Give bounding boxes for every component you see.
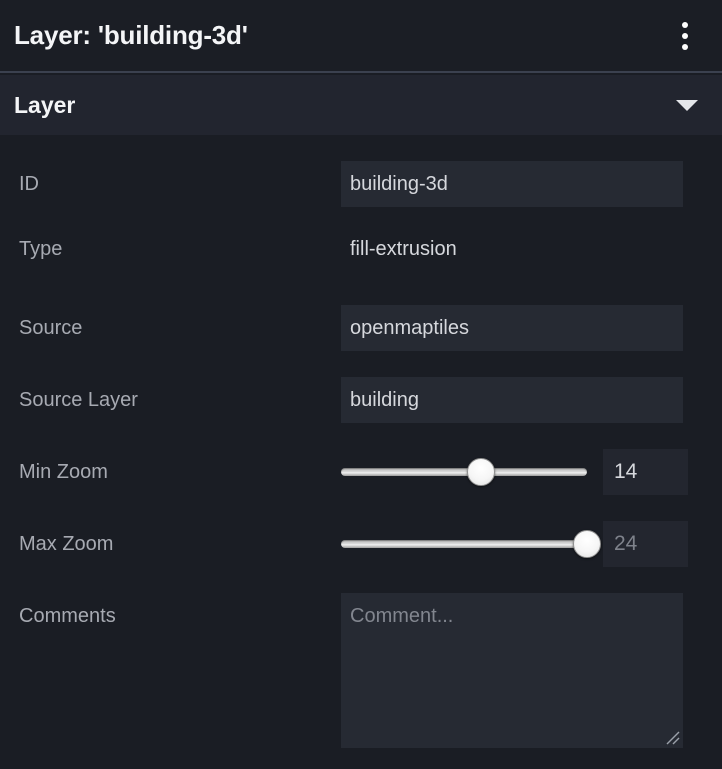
form-row-id: ID building-3d bbox=[0, 161, 722, 207]
layer-form: ID building-3d Type fill-extrusion Sourc… bbox=[0, 135, 722, 769]
max-zoom-number-input[interactable]: 24 bbox=[603, 521, 688, 567]
accordion-header-layer[interactable]: Layer bbox=[0, 75, 722, 135]
control-min-zoom: 14 bbox=[341, 449, 722, 495]
kebab-dot-3 bbox=[682, 43, 688, 50]
form-row-source: Source openmaptiles bbox=[0, 305, 722, 351]
label-type: Type bbox=[19, 238, 63, 260]
comments-placeholder: Comment... bbox=[350, 605, 454, 627]
type-value: fill-extrusion bbox=[350, 238, 457, 260]
min-zoom-slider-thumb[interactable] bbox=[467, 458, 496, 486]
id-input[interactable]: building-3d bbox=[341, 161, 683, 207]
page-title: Layer: 'building-3d' bbox=[14, 20, 248, 50]
form-row-comments: Comments Comment... bbox=[0, 593, 722, 748]
max-zoom-slider[interactable] bbox=[341, 521, 601, 567]
form-row-type: Type fill-extrusion bbox=[0, 233, 722, 259]
min-zoom-slider[interactable] bbox=[341, 449, 587, 495]
panel-titlebar: Layer: 'building-3d' bbox=[0, 0, 722, 73]
label-source: Source bbox=[19, 317, 83, 339]
control-id: building-3d bbox=[341, 161, 722, 207]
comments-textarea[interactable]: Comment... bbox=[341, 593, 683, 748]
max-zoom-slider-thumb[interactable] bbox=[573, 530, 601, 558]
control-max-zoom: 24 bbox=[341, 521, 722, 567]
kebab-dot-1 bbox=[682, 21, 688, 28]
layer-properties-panel: Layer: 'building-3d' Layer ID building-3… bbox=[0, 0, 722, 769]
control-source-layer: building bbox=[341, 377, 722, 423]
source-input[interactable]: openmaptiles bbox=[341, 305, 683, 351]
control-comments: Comment... bbox=[341, 593, 722, 748]
label-min-zoom: Min Zoom bbox=[19, 461, 108, 483]
label-comments: Comments bbox=[19, 605, 116, 627]
control-source: openmaptiles bbox=[341, 305, 722, 351]
label-id: ID bbox=[19, 173, 39, 195]
form-row-source-layer: Source Layer building bbox=[0, 377, 722, 423]
label-source-layer: Source Layer bbox=[19, 389, 138, 411]
max-zoom-slider-track[interactable] bbox=[341, 530, 601, 558]
min-zoom-number-input[interactable]: 14 bbox=[603, 449, 688, 495]
label-max-zoom: Max Zoom bbox=[19, 533, 114, 555]
source-layer-input[interactable]: building bbox=[341, 377, 683, 423]
chevron-down-icon[interactable] bbox=[676, 99, 698, 111]
control-type: fill-extrusion bbox=[341, 233, 722, 259]
min-zoom-slider-track[interactable] bbox=[341, 458, 587, 486]
form-row-max-zoom: Max Zoom 24 bbox=[0, 521, 722, 567]
form-row-min-zoom: Min Zoom 14 bbox=[0, 449, 722, 495]
kebab-dot-2 bbox=[682, 32, 688, 39]
kebab-menu-icon[interactable] bbox=[670, 16, 700, 56]
accordion-label: Layer bbox=[14, 91, 76, 118]
resize-grip-icon[interactable] bbox=[666, 731, 680, 745]
